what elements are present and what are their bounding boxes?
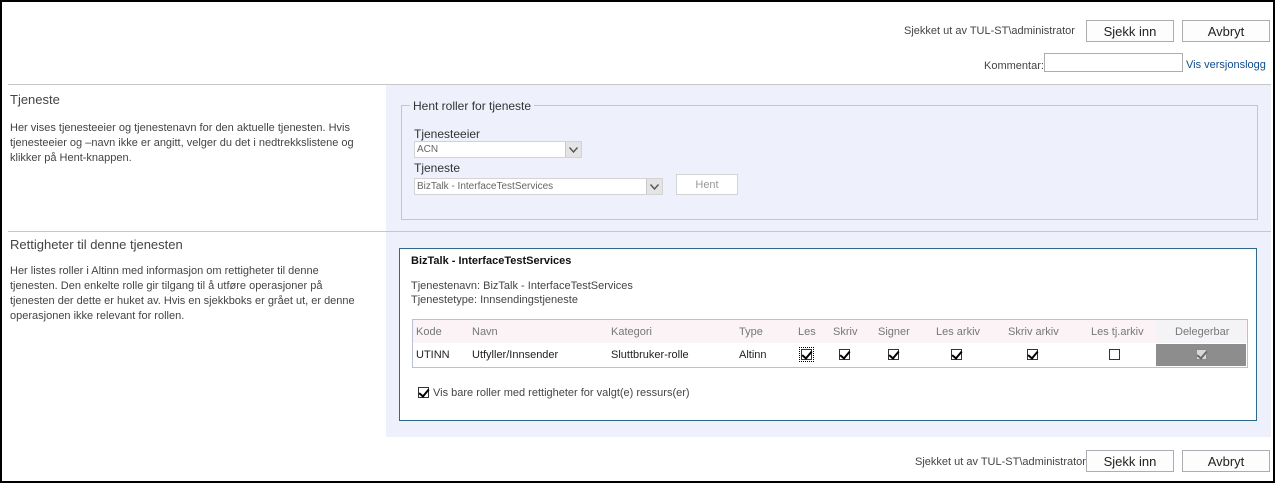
owner-label: Tjenesteeier [414, 127, 481, 141]
delegerbar-checkbox [1196, 349, 1207, 360]
col-header-type: Type [739, 326, 763, 338]
cancel-button[interactable]: Avbryt [1182, 20, 1270, 42]
page-frame: Sjekket ut av TUL-ST\administrator Sjekk… [0, 0, 1275, 483]
comment-label: Kommentar: [984, 60, 1044, 72]
bottom-cancel-button[interactable]: Avbryt [1182, 450, 1270, 472]
signer-checkbox[interactable] [888, 349, 899, 360]
bottom-checked-out-text: Sjekket ut av TUL-ST\administrator [915, 456, 1086, 468]
version-log-link[interactable]: Vis versjonslogg [1186, 59, 1266, 71]
col-header-skriv: Skriv [833, 326, 858, 338]
check-in-button[interactable]: Sjekk inn [1086, 20, 1174, 42]
fetch-roles-group [401, 105, 1258, 220]
les-checkbox[interactable] [799, 347, 814, 362]
service-section-description: Her vises tjenesteeier og tjenestenavn f… [10, 122, 354, 164]
skriv-arkiv-checkbox[interactable] [1027, 349, 1038, 360]
owner-select[interactable]: ACN [414, 141, 582, 158]
filter-checkbox[interactable] [418, 387, 429, 398]
divider-middle [8, 231, 1271, 232]
roles-box-title: BizTalk - InterfaceTestServices [411, 255, 572, 267]
service-label: Tjeneste [414, 161, 461, 175]
bottom-check-in-button[interactable]: Sjekk inn [1086, 450, 1174, 472]
service-section-title: Tjeneste [10, 92, 60, 107]
col-header-les-arkiv: Les arkiv [936, 326, 981, 338]
checked-out-text: Sjekket ut av TUL-ST\administrator [904, 25, 1075, 37]
les-arkiv-checkbox[interactable] [951, 349, 962, 360]
service-name-line: Tjenestenavn: BizTalk - InterfaceTestSer… [411, 280, 633, 292]
les-tj-arkiv-checkbox[interactable] [1109, 349, 1120, 360]
col-header-delegerbar: Delegerbar [1175, 326, 1230, 338]
col-header-kategori: Kategori [611, 326, 652, 338]
col-header-navn: Navn [472, 326, 498, 338]
cell-kode: UTINN [416, 349, 450, 361]
service-select[interactable]: BizTalk - InterfaceTestServices [414, 178, 663, 195]
col-header-les-tj-arkiv: Les tj.arkiv [1091, 326, 1144, 338]
comment-input[interactable] [1044, 53, 1183, 72]
skriv-checkbox[interactable] [839, 349, 850, 360]
service-type-line: Tjenestetype: Innsendingstjeneste [411, 294, 578, 306]
service-select-value: BizTalk - InterfaceTestServices [417, 181, 554, 192]
chevron-down-icon [646, 179, 662, 194]
cell-navn: Utfyller/Innsender [472, 349, 559, 361]
rights-section-description: Her listes roller i Altinn med informasj… [10, 265, 355, 322]
fetch-roles-legend: Hent roller for tjeneste [410, 99, 535, 113]
col-header-signer: Signer [878, 326, 910, 338]
cell-type: Altinn [739, 349, 767, 361]
fetch-button[interactable]: Hent [676, 174, 738, 195]
col-header-kode: Kode [416, 326, 442, 338]
owner-select-value: ACN [417, 144, 439, 155]
rights-section-title: Rettigheter til denne tjenesten [10, 237, 183, 252]
filter-label: Vis bare roller med rettigheter for valg… [433, 387, 690, 399]
col-header-les: Les [798, 326, 816, 338]
chevron-down-icon [565, 142, 581, 157]
cell-kategori: Sluttbruker-rolle [611, 349, 689, 361]
col-header-skriv-arkiv: Skriv arkiv [1008, 326, 1059, 338]
